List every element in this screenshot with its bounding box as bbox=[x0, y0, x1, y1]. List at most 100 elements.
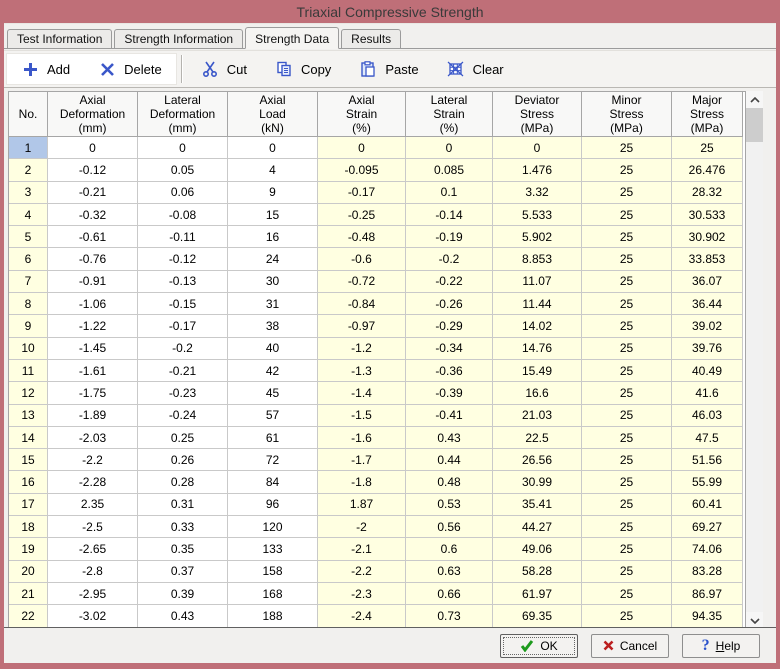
table-cell[interactable]: 14.76 bbox=[493, 338, 582, 360]
table-cell[interactable]: 2.35 bbox=[48, 494, 138, 516]
table-cell[interactable]: 44.27 bbox=[493, 516, 582, 538]
table-cell[interactable]: 0.43 bbox=[406, 427, 493, 449]
table-cell[interactable]: 0.53 bbox=[406, 494, 493, 516]
table-cell[interactable]: -0.6 bbox=[318, 248, 406, 270]
table-cell[interactable]: -1.4 bbox=[318, 382, 406, 404]
ok-button[interactable]: OK bbox=[500, 634, 578, 658]
row-number-cell[interactable]: 22 bbox=[9, 605, 48, 627]
paste-button[interactable]: Paste bbox=[345, 53, 432, 85]
table-cell[interactable]: -1.3 bbox=[318, 360, 406, 382]
table-cell[interactable]: 40 bbox=[228, 338, 318, 360]
table-cell[interactable]: 55.99 bbox=[672, 471, 743, 493]
table-cell[interactable]: 0.25 bbox=[138, 427, 228, 449]
table-cell[interactable]: -2.65 bbox=[48, 538, 138, 560]
clear-button[interactable]: Clear bbox=[433, 53, 518, 85]
table-cell[interactable]: 0 bbox=[48, 137, 138, 159]
table-cell[interactable]: 0.05 bbox=[138, 159, 228, 181]
table-cell[interactable]: -0.2 bbox=[138, 338, 228, 360]
table-cell[interactable]: -1.75 bbox=[48, 382, 138, 404]
table-cell[interactable]: 58.28 bbox=[493, 561, 582, 583]
table-cell[interactable]: 25 bbox=[582, 182, 672, 204]
table-cell[interactable]: 168 bbox=[228, 583, 318, 605]
table-cell[interactable]: -0.36 bbox=[406, 360, 493, 382]
table-cell[interactable]: 26.476 bbox=[672, 159, 743, 181]
table-cell[interactable]: 25 bbox=[582, 405, 672, 427]
table-cell[interactable]: 0.56 bbox=[406, 516, 493, 538]
table-cell[interactable]: 31 bbox=[228, 293, 318, 315]
table-cell[interactable]: 158 bbox=[228, 561, 318, 583]
table-cell[interactable]: 0.73 bbox=[406, 605, 493, 627]
table-cell[interactable]: -2.8 bbox=[48, 561, 138, 583]
table-cell[interactable]: 25 bbox=[582, 471, 672, 493]
row-number-cell[interactable]: 5 bbox=[9, 226, 48, 248]
table-cell[interactable]: 39.02 bbox=[672, 315, 743, 337]
table-cell[interactable]: 15 bbox=[228, 204, 318, 226]
table-cell[interactable]: 0.35 bbox=[138, 538, 228, 560]
table-cell[interactable]: 47.5 bbox=[672, 427, 743, 449]
table-cell[interactable]: 0.63 bbox=[406, 561, 493, 583]
table-cell[interactable]: -0.22 bbox=[406, 271, 493, 293]
row-number-cell[interactable]: 11 bbox=[9, 360, 48, 382]
table-cell[interactable]: -0.97 bbox=[318, 315, 406, 337]
table-cell[interactable]: -1.61 bbox=[48, 360, 138, 382]
table-cell[interactable]: -3.02 bbox=[48, 605, 138, 627]
table-cell[interactable]: 0 bbox=[493, 137, 582, 159]
table-cell[interactable]: -0.15 bbox=[138, 293, 228, 315]
row-number-cell[interactable]: 19 bbox=[9, 538, 48, 560]
table-cell[interactable]: 25 bbox=[582, 271, 672, 293]
table-cell[interactable]: 25 bbox=[582, 248, 672, 270]
table-cell[interactable]: 25 bbox=[582, 561, 672, 583]
table-cell[interactable]: -1.89 bbox=[48, 405, 138, 427]
table-cell[interactable]: 1.87 bbox=[318, 494, 406, 516]
table-cell[interactable]: -0.11 bbox=[138, 226, 228, 248]
row-number-cell[interactable]: 18 bbox=[9, 516, 48, 538]
row-number-cell[interactable]: 12 bbox=[9, 382, 48, 404]
table-cell[interactable]: -0.17 bbox=[138, 315, 228, 337]
tab-results[interactable]: Results bbox=[341, 29, 401, 48]
table-cell[interactable]: 9 bbox=[228, 182, 318, 204]
table-cell[interactable]: 5.902 bbox=[493, 226, 582, 248]
table-cell[interactable]: -0.17 bbox=[318, 182, 406, 204]
table-cell[interactable]: 0.085 bbox=[406, 159, 493, 181]
table-cell[interactable]: 1.476 bbox=[493, 159, 582, 181]
table-cell[interactable]: -0.12 bbox=[138, 248, 228, 270]
row-number-cell[interactable]: 8 bbox=[9, 293, 48, 315]
table-cell[interactable]: -1.22 bbox=[48, 315, 138, 337]
table-cell[interactable]: -2.4 bbox=[318, 605, 406, 627]
table-cell[interactable]: 25 bbox=[582, 583, 672, 605]
table-cell[interactable]: 30.99 bbox=[493, 471, 582, 493]
row-number-cell[interactable]: 14 bbox=[9, 427, 48, 449]
table-cell[interactable]: -0.26 bbox=[406, 293, 493, 315]
table-cell[interactable]: 94.35 bbox=[672, 605, 743, 627]
table-cell[interactable]: -0.61 bbox=[48, 226, 138, 248]
table-cell[interactable]: 16 bbox=[228, 226, 318, 248]
table-cell[interactable]: 46.03 bbox=[672, 405, 743, 427]
table-cell[interactable]: 38 bbox=[228, 315, 318, 337]
help-button[interactable]: ? Help bbox=[682, 634, 760, 658]
table-cell[interactable]: 36.44 bbox=[672, 293, 743, 315]
table-cell[interactable]: -0.12 bbox=[48, 159, 138, 181]
table-cell[interactable]: -1.45 bbox=[48, 338, 138, 360]
tab-test-information[interactable]: Test Information bbox=[7, 29, 112, 48]
table-cell[interactable]: 28.32 bbox=[672, 182, 743, 204]
table-cell[interactable]: 40.49 bbox=[672, 360, 743, 382]
table-cell[interactable]: -1.06 bbox=[48, 293, 138, 315]
table-cell[interactable]: 25 bbox=[582, 159, 672, 181]
table-cell[interactable]: 0.6 bbox=[406, 538, 493, 560]
table-cell[interactable]: 25 bbox=[582, 315, 672, 337]
table-cell[interactable]: 11.07 bbox=[493, 271, 582, 293]
table-cell[interactable]: 133 bbox=[228, 538, 318, 560]
table-cell[interactable]: -0.24 bbox=[138, 405, 228, 427]
table-cell[interactable]: 25 bbox=[582, 538, 672, 560]
table-cell[interactable]: -0.14 bbox=[406, 204, 493, 226]
row-number-cell[interactable]: 16 bbox=[9, 471, 48, 493]
table-cell[interactable]: 3.32 bbox=[493, 182, 582, 204]
tab-strength-data[interactable]: Strength Data bbox=[245, 27, 339, 49]
table-cell[interactable]: 61 bbox=[228, 427, 318, 449]
table-cell[interactable]: -0.19 bbox=[406, 226, 493, 248]
delete-button[interactable]: Delete bbox=[84, 54, 176, 84]
add-button[interactable]: Add bbox=[7, 54, 84, 84]
table-cell[interactable]: -2.2 bbox=[318, 561, 406, 583]
table-cell[interactable]: 57 bbox=[228, 405, 318, 427]
scroll-up-button[interactable] bbox=[746, 91, 763, 108]
